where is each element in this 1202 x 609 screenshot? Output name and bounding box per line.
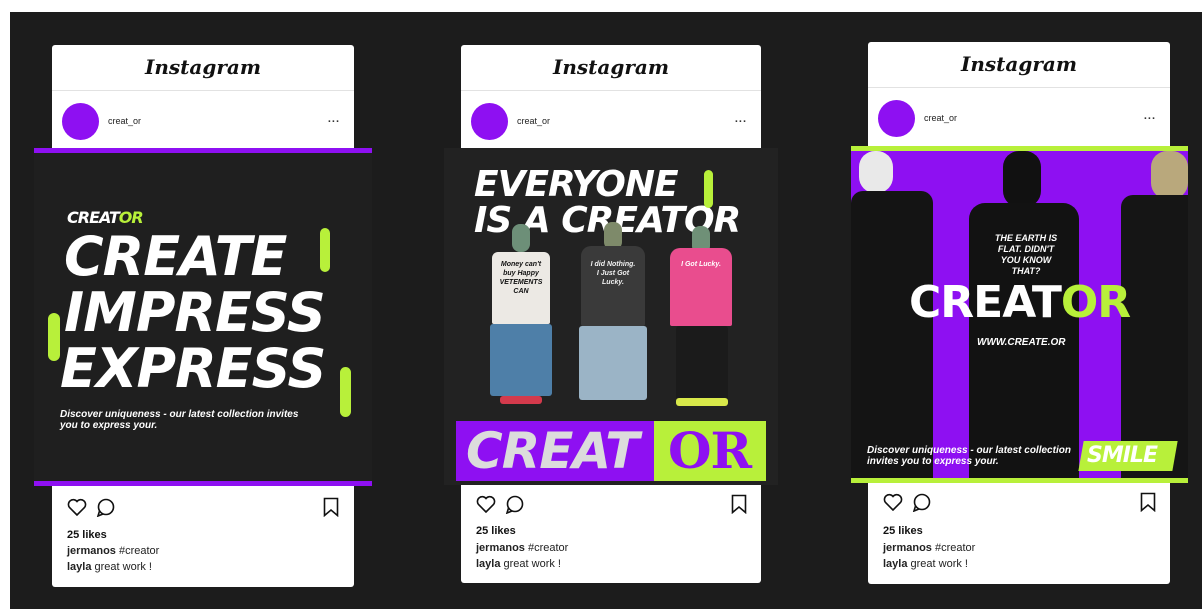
caption-user[interactable]: jermanos (67, 545, 116, 557)
comment-text: great work ! (500, 558, 561, 570)
headline-everyone: EVERYONE (474, 164, 679, 205)
hoodie-print: I did Nothing. I Just Got Lucky. (590, 261, 636, 286)
likes-count: 25 likes (67, 529, 107, 541)
bookmark-icon[interactable] (323, 497, 339, 522)
lime-figure-silhouette (320, 228, 330, 272)
banner-text-a: CREAT (466, 422, 639, 480)
mannequin-head (859, 151, 893, 193)
avatar[interactable] (62, 103, 99, 140)
model-jeans (490, 324, 552, 396)
model-balaclava (1003, 151, 1041, 207)
comment: layla great work ! (476, 558, 561, 570)
header-divider (461, 90, 761, 91)
comment: layla great work ! (883, 558, 968, 570)
header-divider (868, 87, 1170, 88)
username[interactable]: creat_or (517, 116, 550, 126)
comment: layla great work ! (67, 561, 152, 573)
caption: jermanos #creator (67, 545, 159, 557)
caption-user[interactable]: jermanos (883, 542, 932, 554)
heart-icon[interactable] (67, 498, 87, 521)
instagram-logo: Instagram (553, 55, 669, 79)
caption-text: #creator (931, 542, 976, 554)
lime-figure-silhouette (48, 313, 60, 361)
model-suit (851, 191, 933, 478)
bookmark-icon[interactable] (1140, 492, 1156, 517)
username[interactable]: creat_or (924, 113, 957, 123)
lime-figure-silhouette (704, 170, 713, 208)
model-shoes (500, 396, 542, 404)
comment-user[interactable]: layla (476, 558, 500, 570)
caption: jermanos #creator (883, 542, 975, 554)
post-image-3[interactable]: THE EARTH IS FLAT. DIDN'T YOU KNOW THAT?… (851, 146, 1188, 483)
model-shoes (676, 398, 728, 406)
comment-icon[interactable] (912, 493, 932, 517)
caption-text: #creator (524, 542, 569, 554)
heart-icon[interactable] (883, 493, 903, 516)
avatar[interactable] (471, 103, 508, 140)
comment-icon[interactable] (505, 495, 525, 519)
instagram-logo: Instagram (961, 52, 1077, 76)
model-coat (1121, 195, 1188, 478)
caption-text: #creator (115, 545, 160, 557)
smile-badge-text: SMILE (1087, 443, 1158, 468)
comment-user[interactable]: layla (883, 558, 907, 570)
model-head (512, 224, 530, 252)
instagram-logo: Instagram (145, 55, 261, 79)
model-mask (1151, 151, 1188, 199)
website-url[interactable]: WWW.CREATE.OR (977, 337, 1066, 348)
post-image-2[interactable]: EVERYONE IS A CREATOR Money can't buy Ha… (444, 148, 778, 485)
more-options-icon[interactable]: ... (735, 113, 747, 125)
hoodie-print: I Got Lucky. (681, 261, 721, 268)
banner-text-b: OR (668, 421, 752, 480)
headline-create: CREATE (64, 225, 287, 288)
headline-impress: IMPRESS (64, 281, 326, 344)
comment-user[interactable]: layla (67, 561, 91, 573)
caption-user[interactable]: jermanos (476, 542, 525, 554)
lime-figure-silhouette (340, 367, 351, 417)
username[interactable]: creat_or (108, 116, 141, 126)
brand-logo: CREATOR (909, 277, 1131, 328)
tshirt-print: Money can't buy Happy VETEMENTS CAN (499, 261, 543, 295)
more-options-icon[interactable]: ... (328, 113, 340, 125)
caption: jermanos #creator (476, 542, 568, 554)
likes-count: 25 likes (883, 525, 923, 537)
avatar[interactable] (878, 100, 915, 137)
logo-part-b: OR (1060, 277, 1131, 328)
headline-express: EXPRESS (60, 337, 326, 400)
comment-icon[interactable] (96, 498, 116, 522)
model-pants (676, 326, 728, 400)
comment-text: great work ! (907, 558, 968, 570)
comment-text: great work ! (91, 561, 152, 573)
post-image-1[interactable]: CREATOR CREATE IMPRESS EXPRESS Discover … (34, 148, 372, 486)
tagline: Discover uniqueness - our latest collect… (60, 409, 299, 431)
tagline: Discover uniqueness - our latest collect… (867, 445, 1071, 467)
heart-icon[interactable] (476, 495, 496, 518)
logo-part-a: CREAT (909, 277, 1062, 328)
model-jeans (579, 326, 647, 400)
shirt-print: THE EARTH IS FLAT. DIDN'T YOU KNOW THAT? (994, 233, 1058, 276)
header-divider (52, 90, 354, 91)
bookmark-icon[interactable] (731, 494, 747, 519)
likes-count: 25 likes (476, 525, 516, 537)
more-options-icon[interactable]: ... (1144, 110, 1156, 122)
